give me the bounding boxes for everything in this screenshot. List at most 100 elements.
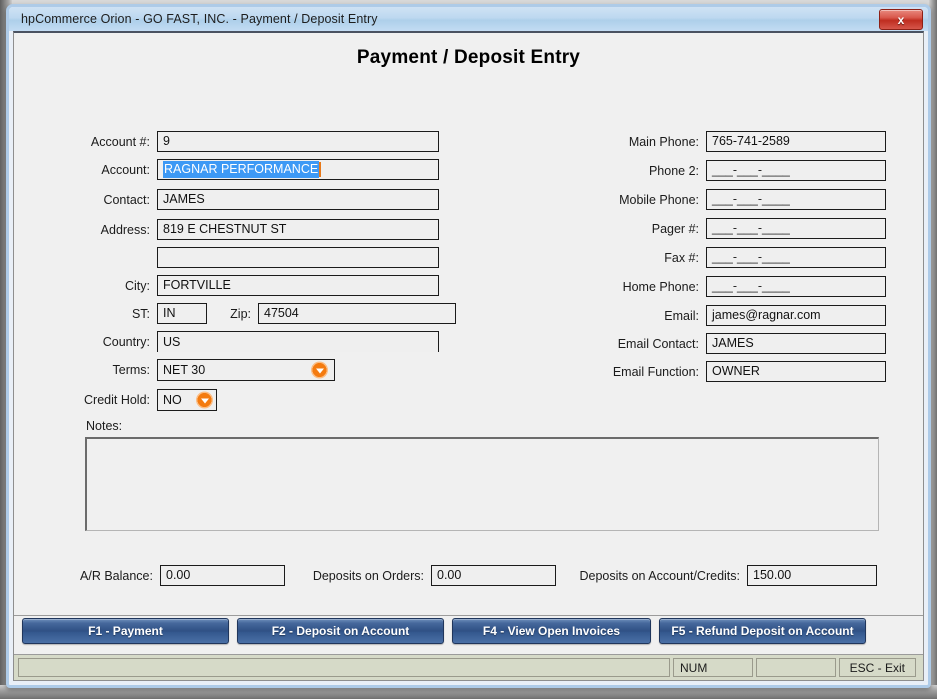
account-number-label: Account #: — [90, 134, 150, 149]
field-row-main-phone: Main Phone: 765-741-2589 — [559, 131, 886, 152]
page-title: Payment / Deposit Entry — [356, 47, 581, 68]
form-area: Account #: 9 Account: RAGNAR PERFORMANCE… — [14, 69, 923, 589]
field-row-country: Country: US — [14, 331, 439, 352]
email-label: Email: — [664, 308, 699, 323]
email-function-value: OWNER — [712, 364, 760, 379]
contact-value: JAMES — [163, 192, 205, 207]
email-input[interactable]: james@ragnar.com — [706, 305, 886, 326]
field-row-address2 — [14, 247, 439, 268]
fax-value: ___-___-____ — [712, 250, 790, 265]
field-row-email-function: Email Function: OWNER — [559, 361, 886, 382]
contact-input[interactable]: JAMES — [157, 189, 439, 210]
field-row-account-number: Account #: 9 — [14, 131, 439, 152]
field-row-email-contact: Email Contact: JAMES — [559, 333, 886, 354]
field-row-pager: Pager #: ___-___-____ — [559, 218, 886, 239]
address-label: Address: — [100, 222, 150, 237]
deposits-on-account-label: Deposits on Account/Credits: — [579, 568, 741, 583]
deposits-on-account-value: 150.00 — [753, 568, 792, 583]
state-value: IN — [163, 306, 176, 321]
main-phone-label: Main Phone: — [628, 134, 699, 149]
account-input[interactable]: RAGNAR PERFORMANCE — [157, 159, 439, 180]
field-row-phone2: Phone 2: ___-___-____ — [559, 160, 886, 181]
f5-refund-deposit-on-account-button[interactable]: F5 - Refund Deposit on Account — [659, 618, 866, 644]
fax-input[interactable]: ___-___-____ — [706, 247, 886, 268]
email-value: james@ragnar.com — [712, 308, 821, 323]
field-row-terms: Terms: NET 30 — [14, 359, 335, 381]
city-input[interactable]: FORTVILLE — [157, 275, 439, 296]
phone2-label: Phone 2: — [648, 163, 699, 178]
credit-hold-select[interactable]: NO — [157, 389, 217, 411]
zip-label: Zip: — [230, 306, 251, 321]
notes-label: Notes: — [86, 419, 123, 433]
f2-deposit-on-account-button[interactable]: F2 - Deposit on Account — [237, 618, 444, 644]
f4-view-open-invoices-button[interactable]: F4 - View Open Invoices — [452, 618, 651, 644]
state-input[interactable]: IN — [157, 303, 207, 324]
field-row-credit-hold: Credit Hold: NO — [14, 389, 217, 411]
country-value: US — [163, 334, 181, 349]
address-line1-value: 819 E CHESTNUT ST — [163, 222, 287, 237]
credit-hold-label: Credit Hold: — [84, 393, 150, 407]
field-row-mobile-phone: Mobile Phone: ___-___-____ — [559, 189, 886, 210]
email-contact-label: Email Contact: — [617, 336, 699, 351]
status-bar: NUM ESC - Exit — [14, 654, 923, 680]
email-contact-input[interactable]: JAMES — [706, 333, 886, 354]
main-phone-input[interactable]: 765-741-2589 — [706, 131, 886, 152]
field-row-ar-balance: A/R Balance: 0.00 — [36, 565, 285, 586]
chevron-down-icon[interactable] — [311, 361, 328, 379]
chevron-down-icon[interactable] — [196, 391, 213, 409]
phone2-input[interactable]: ___-___-____ — [706, 160, 886, 181]
account-value: RAGNAR PERFORMANCE — [163, 161, 320, 178]
country-label: Country: — [102, 334, 150, 349]
email-function-label: Email Function: — [612, 364, 699, 379]
email-contact-value: JAMES — [712, 336, 754, 351]
terms-select[interactable]: NET 30 — [157, 359, 335, 381]
field-row-home-phone: Home Phone: ___-___-____ — [559, 276, 886, 297]
ar-balance-value: 0.00 — [166, 568, 191, 583]
address-line2-input[interactable] — [157, 247, 439, 268]
country-input[interactable]: US — [157, 331, 439, 352]
status-pane-3 — [756, 658, 836, 677]
city-value: FORTVILLE — [163, 278, 231, 293]
window-client-area: Payment / Deposit Entry Account #: 9 Acc… — [13, 31, 924, 681]
status-pane-num: NUM — [673, 658, 753, 677]
address-line1-input[interactable]: 819 E CHESTNUT ST — [157, 219, 439, 240]
fax-label: Fax #: — [664, 250, 699, 265]
application-window: hpCommerce Orion - GO FAST, INC. - Payme… — [6, 4, 931, 688]
home-phone-label: Home Phone: — [622, 279, 699, 294]
status-pane-esc-exit: ESC - Exit — [839, 658, 916, 677]
field-row-state-zip: ST: IN Zip: 47504 — [14, 303, 456, 324]
mobile-phone-input[interactable]: ___-___-____ — [706, 189, 886, 210]
mobile-phone-value: ___-___-____ — [712, 192, 790, 207]
account-label: Account: — [101, 162, 150, 177]
function-button-bar: F1 - Payment F2 - Deposit on Account F4 … — [14, 615, 923, 646]
field-row-account: Account: RAGNAR PERFORMANCE — [14, 159, 439, 180]
zip-input[interactable]: 47504 — [258, 303, 456, 324]
city-label: City: — [125, 278, 150, 293]
state-label: ST: — [131, 306, 150, 321]
pager-value: ___-___-____ — [712, 221, 790, 236]
field-row-fax: Fax #: ___-___-____ — [559, 247, 886, 268]
notes-textarea[interactable] — [85, 437, 879, 531]
close-window-button[interactable]: x — [879, 9, 923, 30]
field-row-deposits-on-account: Deposits on Account/Credits: 150.00 — [570, 565, 877, 586]
deposits-on-orders-label: Deposits on Orders: — [312, 568, 424, 583]
home-phone-value: ___-___-____ — [712, 279, 790, 294]
zip-value: 47504 — [264, 306, 299, 321]
contact-label: Contact: — [103, 192, 150, 207]
field-row-city: City: FORTVILLE — [14, 275, 439, 296]
pager-label: Pager #: — [651, 221, 699, 236]
f1-payment-button[interactable]: F1 - Payment — [22, 618, 229, 644]
terms-label: Terms: — [112, 363, 151, 377]
account-number-input[interactable]: 9 — [157, 131, 439, 152]
text-caret — [319, 162, 322, 177]
field-row-deposits-on-orders: Deposits on Orders: 0.00 — [304, 565, 556, 586]
mobile-phone-label: Mobile Phone: — [619, 192, 699, 207]
credit-hold-value: NO — [163, 392, 182, 407]
pager-input[interactable]: ___-___-____ — [706, 218, 886, 239]
home-phone-input[interactable]: ___-___-____ — [706, 276, 886, 297]
window-titlebar[interactable]: hpCommerce Orion - GO FAST, INC. - Payme… — [9, 7, 928, 31]
window-title: hpCommerce Orion - GO FAST, INC. - Payme… — [21, 12, 378, 26]
terms-value: NET 30 — [163, 362, 206, 377]
account-number-value: 9 — [163, 134, 170, 149]
email-function-input[interactable]: OWNER — [706, 361, 886, 382]
